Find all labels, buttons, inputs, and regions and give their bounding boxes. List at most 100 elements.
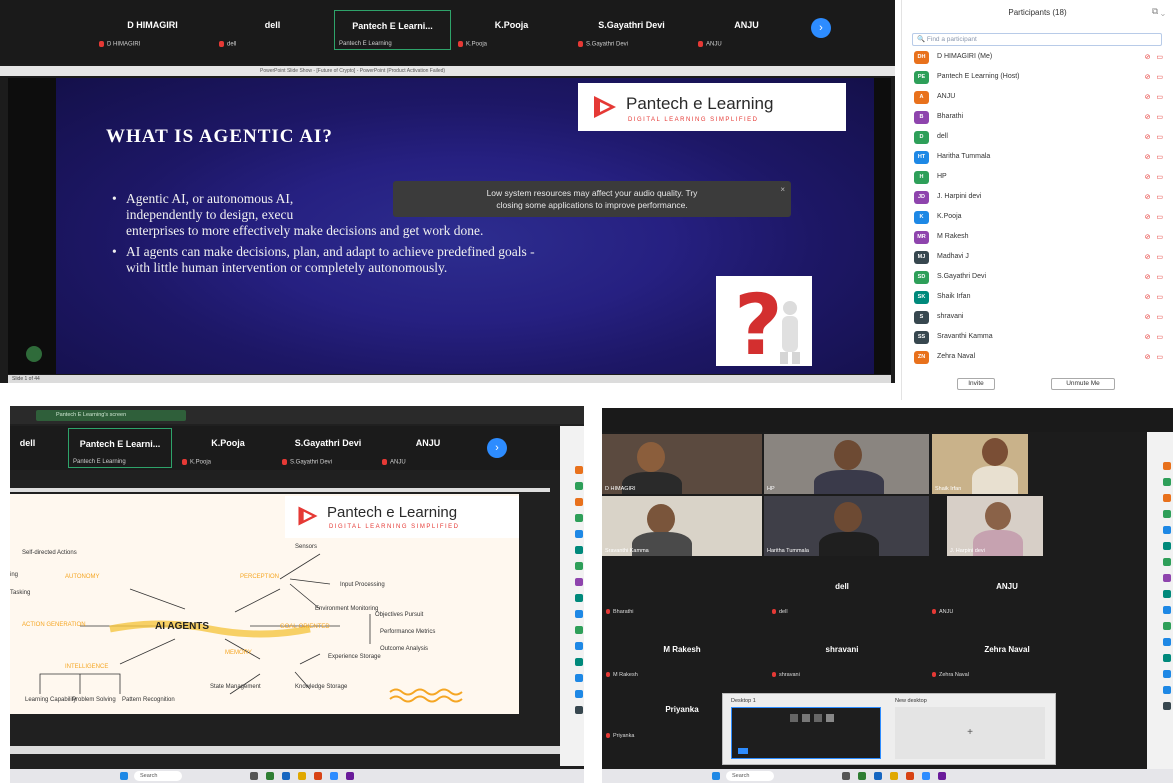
explorer-icon[interactable] xyxy=(890,772,898,780)
side-app-icon[interactable] xyxy=(1163,638,1171,646)
side-app-icon[interactable] xyxy=(575,706,583,714)
side-app-icon[interactable] xyxy=(575,658,583,666)
grid-tile[interactable]: M Rakesh xyxy=(606,672,638,678)
video-tile[interactable]: D HIMAGIRI xyxy=(602,434,762,494)
side-app-icon[interactable] xyxy=(575,674,583,682)
participant-tile[interactable]: ANJU ANJU xyxy=(378,428,478,468)
participant-row[interactable]: SD S.Gayathri Devi ⊘ ▭ xyxy=(912,270,1167,286)
side-app-icon[interactable] xyxy=(575,514,583,522)
participant-tile[interactable]: S.Gayathri Devi S.Gayathri Devi xyxy=(574,10,689,50)
taskbar-app-icon[interactable] xyxy=(266,772,274,780)
participant-tile[interactable]: dell xyxy=(0,428,55,468)
side-app-icon[interactable] xyxy=(1163,670,1171,678)
popout-icon[interactable]: ⧉ ⌄ xyxy=(1152,6,1165,17)
video-tile[interactable]: Shaik Irfan xyxy=(932,434,1028,494)
annotation-icon[interactable] xyxy=(26,346,42,362)
participant-row[interactable]: SS Sravanthi Kamma ⊘ ▭ xyxy=(912,330,1167,346)
zoom-icon[interactable] xyxy=(922,772,930,780)
side-app-icon[interactable] xyxy=(1163,478,1171,486)
new-desktop-button[interactable]: + xyxy=(895,707,1045,759)
participant-row[interactable]: MJ Madhavi J ⊘ ▭ xyxy=(912,250,1167,266)
taskview-icon[interactable] xyxy=(250,772,258,780)
participant-row[interactable]: A ANJU ⊘ ▭ xyxy=(912,90,1167,106)
participant-tile[interactable]: S.Gayathri Devi S.Gayathri Devi xyxy=(278,428,378,468)
side-app-icon[interactable] xyxy=(1163,590,1171,598)
participant-row[interactable]: MR M Rakesh ⊘ ▭ xyxy=(912,230,1167,246)
side-app-icon[interactable] xyxy=(1163,702,1171,710)
side-app-icon[interactable] xyxy=(575,562,583,570)
explorer-icon[interactable] xyxy=(298,772,306,780)
side-app-icon[interactable] xyxy=(1163,558,1171,566)
video-tile[interactable]: Haritha Tummala xyxy=(764,496,929,556)
edge-icon[interactable] xyxy=(874,772,882,780)
side-app-icon[interactable] xyxy=(575,530,583,538)
side-app-icon[interactable] xyxy=(1163,462,1171,470)
next-page-button[interactable]: › xyxy=(487,438,507,458)
side-app-icon[interactable] xyxy=(1163,654,1171,662)
side-app-icon[interactable] xyxy=(1163,526,1171,534)
windows-start-icon[interactable] xyxy=(120,772,128,780)
side-app-icon[interactable] xyxy=(575,498,583,506)
participant-row[interactable]: SK Shaik Irfan ⊘ ▭ xyxy=(912,290,1167,306)
participant-row[interactable]: PE Pantech E Learning (Host) ⊘ ▭ xyxy=(912,70,1167,86)
grid-tile[interactable]: ANJU xyxy=(932,609,953,615)
grid-tile[interactable]: shravani xyxy=(772,672,800,678)
video-tile[interactable]: J. Harpini devi xyxy=(947,496,1043,556)
participant-tile[interactable]: K.Pooja K.Pooja xyxy=(178,428,278,468)
participant-row[interactable]: DH D HIMAGIRI (Me) ⊘ ▭ xyxy=(912,50,1167,66)
zoom-icon[interactable] xyxy=(330,772,338,780)
video-tile[interactable]: Sravanthi Kamma xyxy=(602,496,762,556)
side-app-icon[interactable] xyxy=(575,642,583,650)
participant-row[interactable]: JD J. Harpini devi ⊘ ▭ xyxy=(912,190,1167,206)
participant-row[interactable]: H HP ⊘ ▭ xyxy=(912,170,1167,186)
side-app-icon[interactable] xyxy=(1163,510,1171,518)
taskbar-app-icon[interactable] xyxy=(346,772,354,780)
taskbar-app-icon[interactable] xyxy=(858,772,866,780)
windows-start-icon[interactable] xyxy=(712,772,720,780)
grid-tile[interactable]: Priyanka xyxy=(606,733,634,739)
desktop-1-thumbnail[interactable] xyxy=(731,707,881,759)
side-app-icon[interactable] xyxy=(1163,574,1171,582)
side-app-icon[interactable] xyxy=(1163,542,1171,550)
side-app-icon[interactable] xyxy=(575,594,583,602)
powerpoint-icon[interactable] xyxy=(906,772,914,780)
participant-tile[interactable]: D HIMAGIRI D HIMAGIRI xyxy=(95,10,210,50)
participant-row[interactable]: Sshravani ⊘ ▭ xyxy=(912,310,1167,326)
participant-tile[interactable]: ANJU ANJU xyxy=(694,10,799,50)
participant-tile-active[interactable]: Pantech E Learni... Pantech E Learning xyxy=(68,428,172,468)
powerpoint-icon[interactable] xyxy=(314,772,322,780)
side-app-icon[interactable] xyxy=(1163,686,1171,694)
grid-tile[interactable]: Bharathi xyxy=(606,609,634,615)
participant-tile[interactable]: dell dell xyxy=(215,10,330,50)
grid-tile[interactable]: dell xyxy=(772,609,788,615)
side-app-icon[interactable] xyxy=(575,546,583,554)
participant-row[interactable]: B Bharathi ⊘ ▭ xyxy=(912,110,1167,126)
next-page-button[interactable]: › xyxy=(811,18,831,38)
invite-button[interactable]: Invite xyxy=(957,378,995,390)
close-icon[interactable]: × xyxy=(780,184,785,196)
unmute-me-button[interactable]: Unmute Me xyxy=(1051,378,1115,390)
side-app-icon[interactable] xyxy=(1163,606,1171,614)
grid-tile[interactable]: Zehra Naval xyxy=(932,672,969,678)
side-app-icon[interactable] xyxy=(575,482,583,490)
participant-row[interactable]: Ddell ⊘ ▭ xyxy=(912,130,1167,146)
taskbar-app-icon[interactable] xyxy=(938,772,946,780)
participant-row[interactable]: ZN Zehra Naval ⊘ ▭ xyxy=(912,350,1167,366)
side-app-icon[interactable] xyxy=(575,466,583,474)
taskbar-search[interactable]: Search xyxy=(726,771,774,781)
side-app-icon[interactable] xyxy=(575,690,583,698)
participant-tile[interactable]: K.Pooja K.Pooja xyxy=(454,10,569,50)
side-app-icon[interactable] xyxy=(1163,622,1171,630)
side-app-icon[interactable] xyxy=(575,626,583,634)
video-tile[interactable]: HP xyxy=(764,434,929,494)
edge-icon[interactable] xyxy=(282,772,290,780)
side-app-icon[interactable] xyxy=(1163,494,1171,502)
participant-row[interactable]: HT Haritha Tummala ⊘ ▭ xyxy=(912,150,1167,166)
side-app-icon[interactable] xyxy=(575,578,583,586)
participant-search-input[interactable]: 🔍 Find a participant xyxy=(912,33,1162,46)
taskbar-search[interactable]: Search xyxy=(134,771,182,781)
participant-tile-active[interactable]: Pantech E Learni... Pantech E Learning xyxy=(334,10,451,50)
taskview-icon[interactable] xyxy=(842,772,850,780)
side-app-icon[interactable] xyxy=(575,610,583,618)
participant-row[interactable]: K K.Pooja ⊘ ▭ xyxy=(912,210,1167,226)
